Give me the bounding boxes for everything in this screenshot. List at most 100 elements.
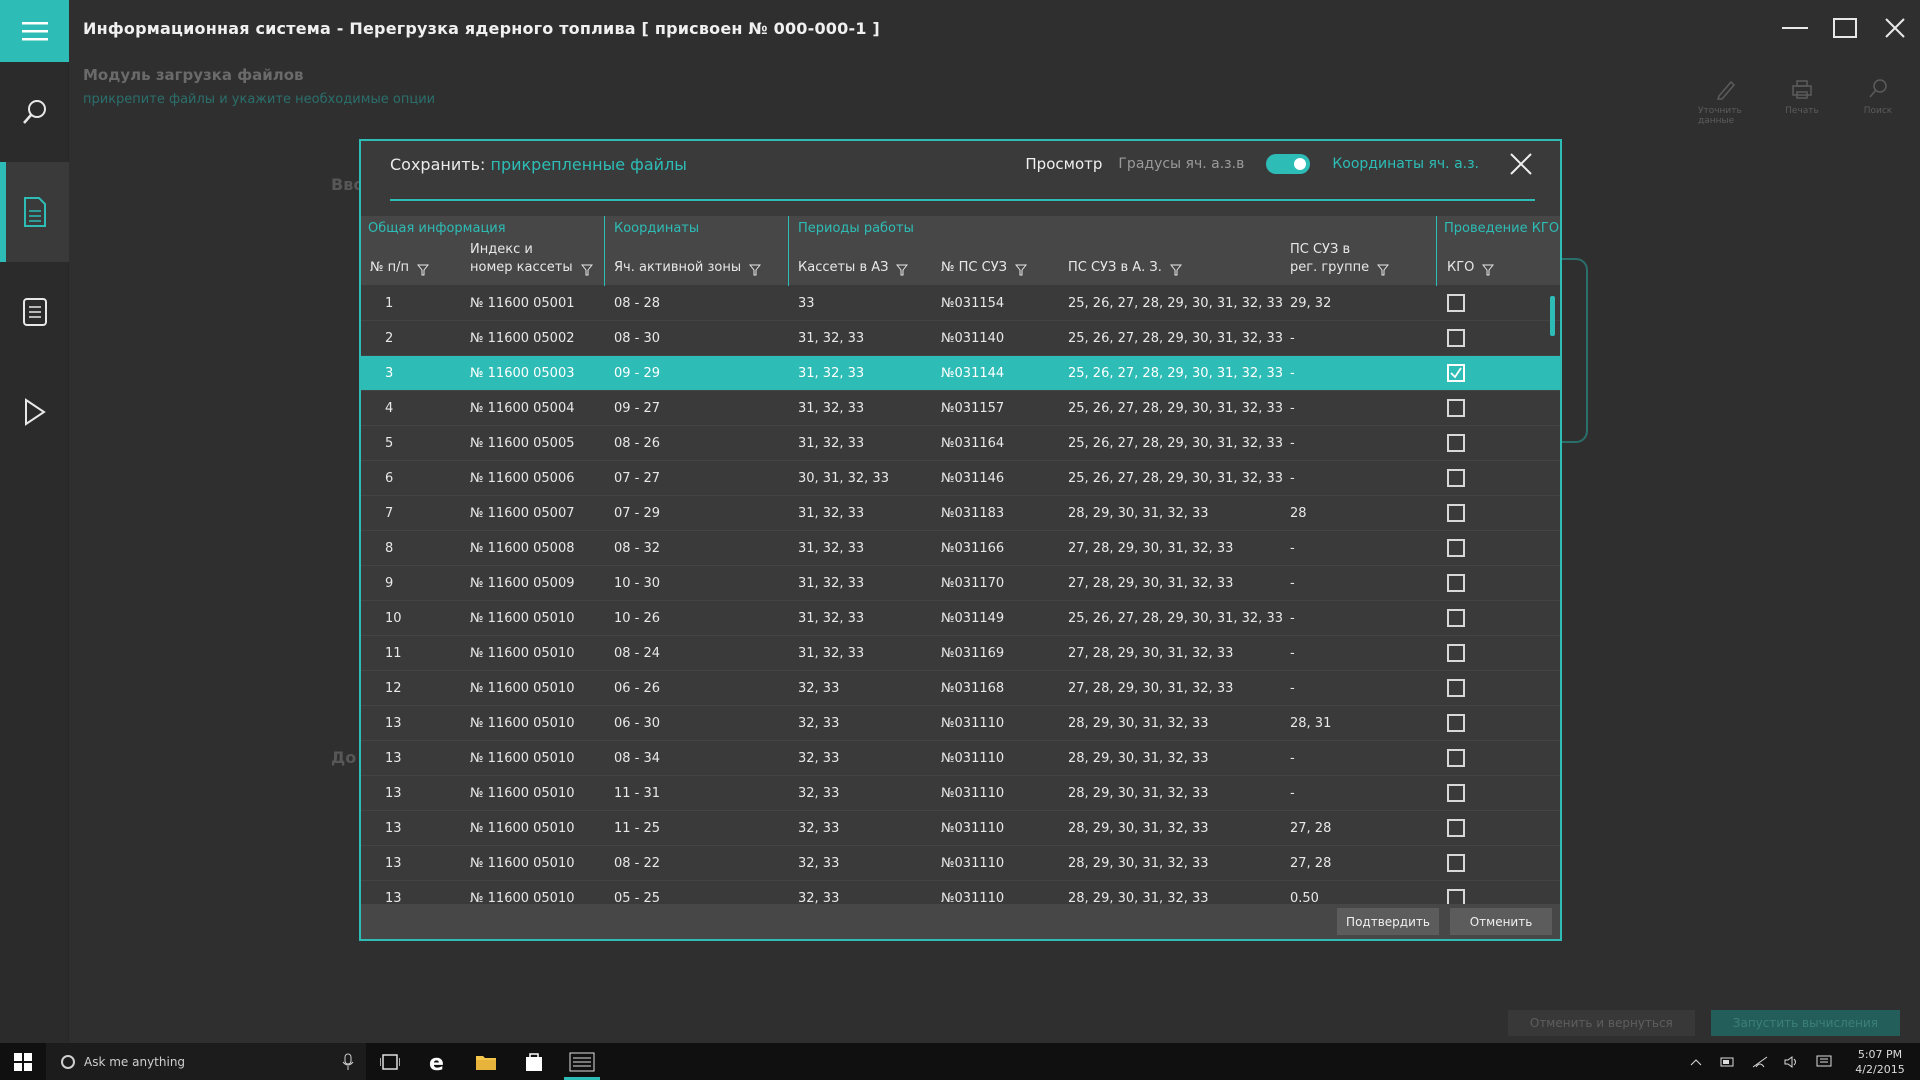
edge-taskbar-button[interactable]: e [414,1043,462,1080]
cancel-button[interactable]: Отменить [1450,908,1552,935]
kgo-checkbox[interactable] [1447,714,1465,732]
table-row[interactable]: 3 № 11600 05003 09 - 29 31, 32, 33 №031144 25… [361,356,1560,391]
filter-icon[interactable] [1014,264,1027,276]
col-number[interactable]: № п/п [370,259,430,277]
col-kgo[interactable]: КГО [1447,259,1495,277]
col-ps-reg[interactable]: ПС СУЗ в рег. группе [1290,241,1390,277]
window-controls [1770,0,1920,56]
filter-icon[interactable] [1377,264,1390,276]
left-navigation-rail [0,0,69,1043]
kgo-checkbox[interactable] [1447,399,1465,417]
table-row[interactable]: 13 № 11600 05010 08 - 34 32, 33 №031110 28, 2… [361,741,1560,776]
table-row[interactable]: 2 № 11600 05002 08 - 30 31, 32, 33 №031140 25… [361,321,1560,356]
cell-number: 2 [385,331,394,346]
table-row[interactable]: 11 № 11600 05010 08 - 24 31, 32, 33 №031169 2… [361,636,1560,671]
task-view-button[interactable] [366,1043,414,1080]
table-row[interactable]: 13 № 11600 05010 05 - 25 32, 33 №031110 28, 2… [361,881,1560,906]
rail-document-button[interactable] [0,162,69,262]
table-row[interactable]: 8 № 11600 05008 08 - 32 31, 32, 33 №031166 27… [361,531,1560,566]
kgo-checkbox[interactable] [1447,854,1465,872]
col-index[interactable]: Индекс и номер кассеты [470,241,593,277]
explorer-taskbar-button[interactable] [462,1043,510,1080]
cortana-search-box[interactable]: Ask me anything [46,1043,366,1080]
filter-icon[interactable] [417,264,430,276]
minimize-button[interactable] [1770,0,1820,56]
table-row[interactable]: 4 № 11600 05004 09 - 27 31, 32, 33 №031157 25… [361,391,1560,426]
confirm-button[interactable]: Подтвердить [1337,908,1439,935]
cancel-and-return-button[interactable]: Отменить и вернуться [1507,1010,1695,1036]
rail-play-button[interactable] [0,362,69,462]
kgo-checkbox[interactable] [1447,364,1465,382]
tray-chevron-button[interactable] [1680,1058,1712,1066]
hamburger-menu-button[interactable] [0,0,69,62]
rail-list-button[interactable] [0,262,69,362]
notifications-button[interactable] [1808,1055,1840,1069]
cell-coordinates: 08 - 34 [614,751,661,766]
kgo-checkbox[interactable] [1447,784,1465,802]
kgo-checkbox[interactable] [1447,819,1465,837]
battery-button[interactable] [1712,1057,1744,1067]
print-button[interactable]: Печать [1774,78,1830,126]
filter-icon[interactable] [1482,264,1495,276]
kgo-checkbox[interactable] [1447,434,1465,452]
dialog-close-button[interactable] [1507,150,1535,178]
table-row[interactable]: 13 № 11600 05010 11 - 25 32, 33 №031110 28, 2… [361,811,1560,846]
view-label[interactable]: Просмотр [1025,155,1102,173]
coordinates-option[interactable]: Координаты яч. а.з. [1332,156,1479,172]
rail-search-button[interactable] [0,62,69,162]
kgo-checkbox[interactable] [1447,329,1465,347]
kgo-checkbox[interactable] [1447,539,1465,557]
table-row[interactable]: 9 № 11600 05009 10 - 30 31, 32, 33 №031170 27… [361,566,1560,601]
kgo-checkbox[interactable] [1447,504,1465,522]
table-row[interactable]: 13 № 11600 05010 08 - 22 32, 33 №031110 28, 2… [361,846,1560,881]
dialog-title-accent[interactable]: прикрепленные файлы [490,155,686,174]
table-row[interactable]: 7 № 11600 05007 07 - 29 31, 32, 33 №031183 28… [361,496,1560,531]
filter-icon[interactable] [1169,264,1182,276]
table-scrollbar[interactable] [1550,296,1555,336]
filter-icon[interactable] [580,264,593,276]
windows-logo-icon [14,1052,32,1071]
run-calculation-button[interactable]: Запустить вычисления [1710,1010,1900,1036]
col-cell[interactable]: Яч. активной зоны [614,259,762,277]
volume-button[interactable] [1776,1055,1808,1069]
cell-ps-reg: - [1290,541,1295,556]
table-row[interactable]: 13 № 11600 05010 06 - 30 32, 33 №031110 28, 2… [361,706,1560,741]
cell-index: № 11600 05007 [470,506,575,521]
cell-coordinates: 08 - 30 [614,331,661,346]
table-row[interactable]: 1 № 11600 05001 08 - 28 33 №031154 25, 26, 27… [361,286,1560,321]
table-row[interactable]: 5 № 11600 05005 08 - 26 31, 32, 33 №031164 25… [361,426,1560,461]
filter-icon[interactable] [749,264,762,276]
table-row[interactable]: 10 № 11600 05010 10 - 26 31, 32, 33 №031149 2… [361,601,1560,636]
microphone-icon[interactable] [342,1053,354,1071]
kgo-checkbox[interactable] [1447,469,1465,487]
cell-ps-az: 25, 26, 27, 28, 29, 30, 31, 32, 33 [1068,436,1283,451]
degrees-option[interactable]: Градусы яч. а.з.в [1118,156,1244,172]
kgo-checkbox[interactable] [1447,574,1465,592]
units-toggle[interactable] [1266,154,1311,174]
table-row[interactable]: 6 № 11600 05006 07 - 27 30, 31, 32, 33 №0311… [361,461,1560,496]
maximize-button[interactable] [1820,0,1870,56]
refine-data-button[interactable]: Уточнить данные [1698,78,1754,126]
store-taskbar-button[interactable] [510,1043,558,1080]
kgo-checkbox[interactable] [1447,679,1465,697]
cell-index: № 11600 05010 [470,611,575,626]
col-cassettes[interactable]: Кассеты в АЗ [798,259,909,277]
cell-coordinates: 07 - 27 [614,471,661,486]
col-ps-number[interactable]: № ПС СУЗ [941,259,1027,277]
start-button[interactable] [0,1043,46,1080]
cell-ps-reg: 27, 28 [1290,821,1332,836]
col-ps-az[interactable]: ПС СУЗ в А. З. [1068,259,1182,277]
kgo-checkbox[interactable] [1447,609,1465,627]
top-search-button[interactable]: Поиск [1850,78,1906,126]
kgo-checkbox[interactable] [1447,644,1465,662]
filter-icon[interactable] [896,264,909,276]
system-clock[interactable]: 5:07 PM 4/2/2015 [1840,1047,1920,1077]
close-window-button[interactable] [1870,0,1920,56]
kgo-checkbox[interactable] [1447,749,1465,767]
app-taskbar-button[interactable] [558,1043,606,1080]
table-row[interactable]: 13 № 11600 05010 11 - 31 32, 33 №031110 28, 2… [361,776,1560,811]
cortana-circle-icon [61,1054,75,1069]
kgo-checkbox[interactable] [1447,294,1465,312]
network-button[interactable] [1744,1055,1776,1069]
table-row[interactable]: 12 № 11600 05010 06 - 26 32, 33 №031168 27, 2… [361,671,1560,706]
